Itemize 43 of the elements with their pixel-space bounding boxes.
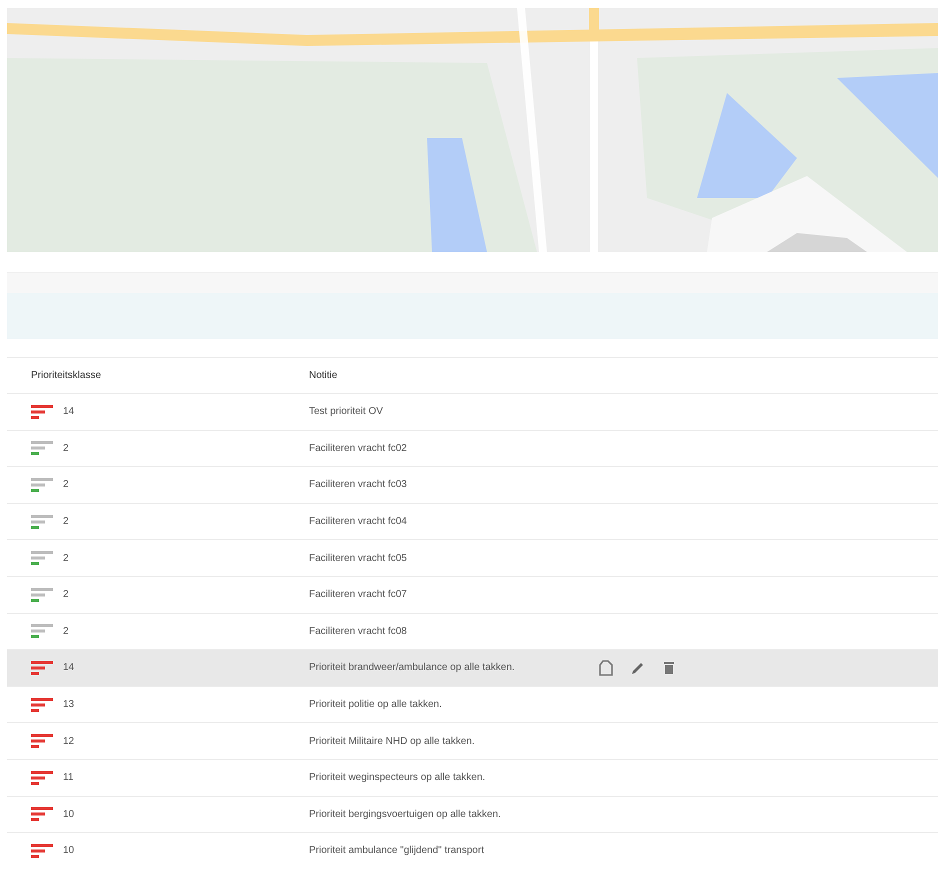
- note-text: Prioriteit politie op alle takken.: [309, 699, 443, 710]
- note-text: Prioriteit Militaire NHD op alle takken.: [309, 736, 476, 747]
- note-text: Test prioriteit OV: [309, 406, 384, 418]
- priority-value: 10: [63, 808, 74, 820]
- table-row[interactable]: 2 Faciliteren vracht fc05: [7, 539, 938, 576]
- table-row[interactable]: 2 Faciliteren vracht fc03: [7, 466, 938, 503]
- priority-value: 14: [63, 406, 74, 418]
- priority-value: 12: [63, 736, 74, 747]
- priority-value: 2: [63, 626, 69, 637]
- priority-value: 2: [63, 589, 69, 600]
- table-row[interactable]: 2 Faciliteren vracht fc02: [7, 430, 938, 466]
- priority-value: 14: [63, 662, 74, 674]
- priority-value: 2: [63, 442, 69, 454]
- table-row[interactable]: 2 Faciliteren vracht fc07: [7, 576, 938, 613]
- priority-value: 10: [63, 845, 74, 856]
- table-row[interactable]: 2 Faciliteren vracht fc04: [7, 502, 938, 540]
- note-text: Faciliteren vracht fc05: [309, 552, 408, 564]
- priority-value: 2: [63, 516, 69, 528]
- note-text: Faciliteren vracht fc07: [309, 589, 408, 600]
- column-header: Notitie: [309, 370, 338, 381]
- table-row[interactable]: 14 Test prioriteit OV: [7, 393, 938, 430]
- table-row[interactable]: 11 Prioriteit weginspecteurs op alle takken.: [7, 758, 938, 796]
- table-row[interactable]: 12 Prioriteit Militaire NHD op alle takken.: [7, 722, 938, 759]
- priority-value: 13: [63, 699, 74, 710]
- table-row[interactable]: 10 Prioriteit bergingsvoertuigen op alle takken.: [7, 796, 938, 832]
- note-text: Prioriteit brandweer/ambulance op alle takken.: [309, 662, 516, 674]
- note-text: Faciliteren vracht fc04: [309, 516, 408, 528]
- note-text: Faciliteren vracht fc08: [309, 626, 408, 637]
- column-header: Prioriteitsklasse: [30, 370, 102, 381]
- copy-icon[interactable]: [599, 660, 613, 676]
- priority-value: 2: [63, 479, 69, 490]
- delete-icon[interactable]: [663, 660, 675, 676]
- note-text: Faciliteren vracht fc02: [309, 442, 408, 454]
- note-text: Prioriteit weginspecteurs op alle takken.: [309, 772, 486, 784]
- priority-value: 11: [63, 772, 74, 784]
- table-row[interactable]: 14 Prioriteit brandweer/ambulance op alle takken.: [7, 649, 938, 686]
- table-row[interactable]: 13 Prioriteit politie op alle takken.: [7, 686, 938, 722]
- note-text: Prioriteit ambulance "glijdend" transport: [309, 845, 485, 856]
- note-text: Faciliteren vracht fc03: [309, 479, 408, 490]
- table-row[interactable]: 10 Prioriteit ambulance "glijdend" transport: [7, 832, 938, 869]
- priority-value: 2: [63, 552, 69, 564]
- note-text: Prioriteit bergingsvoertuigen op alle takken.: [309, 808, 502, 820]
- edit-icon[interactable]: [631, 660, 645, 675]
